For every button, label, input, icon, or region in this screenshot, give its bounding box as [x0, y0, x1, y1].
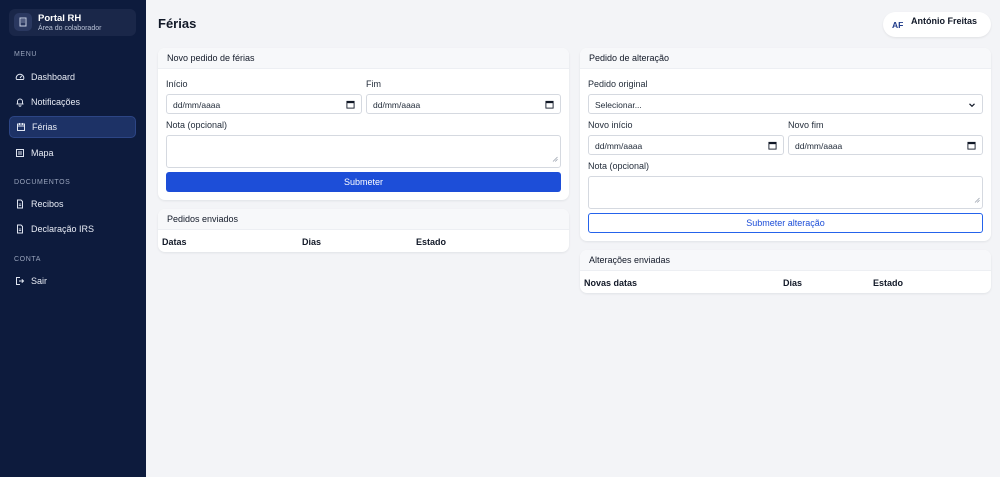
sidebar-item-mapa[interactable]: Mapa: [9, 142, 136, 164]
section-label-menu: MENU: [14, 51, 38, 58]
sidebar-item-label: Férias: [32, 122, 58, 132]
sidebar-item-label: Declaração IRS: [31, 224, 95, 234]
chevron-down-icon: [968, 101, 976, 112]
column-header-dias: Dias: [302, 237, 322, 247]
calendar-icon[interactable]: [967, 141, 976, 153]
sidebar-item-label: Mapa: [31, 148, 54, 158]
brand-title: Portal RH: [38, 13, 82, 24]
sidebar-item-dashboard[interactable]: Dashboard: [9, 66, 136, 88]
column-header-dias: Dias: [783, 278, 803, 288]
gauge-icon: [9, 72, 31, 82]
calendar-icon[interactable]: [346, 100, 355, 112]
sidebar-item-label: Recibos: [31, 199, 64, 209]
sidebar-item-label: Sair: [31, 276, 48, 286]
end-date-placeholder: dd/mm/aaaa: [373, 100, 421, 110]
start-date-label: Início: [166, 79, 188, 89]
change-note-textarea[interactable]: [588, 176, 983, 209]
document-icon: [9, 199, 31, 209]
original-request-value: Selecionar...: [595, 100, 642, 110]
start-date-input[interactable]: dd/mm/aaaa: [166, 94, 362, 114]
section-label-conta: CONTA: [14, 256, 41, 263]
end-date-label: Fim: [366, 79, 381, 89]
end-date-input[interactable]: dd/mm/aaaa: [366, 94, 561, 114]
sidebar-item-declaracao-irs[interactable]: Declaração IRS: [9, 218, 136, 240]
new-start-placeholder: dd/mm/aaaa: [595, 141, 643, 151]
calendar-icon: [10, 122, 32, 132]
sent-changes-card: Alterações enviadas Novas datas Dias Est…: [580, 250, 991, 293]
avatar: AF: [892, 20, 904, 30]
brand-subtitle: Área do colaborador: [38, 25, 102, 32]
new-start-input[interactable]: dd/mm/aaaa: [588, 135, 784, 155]
sidebar-item-label: Notificações: [31, 97, 81, 107]
note-label: Nota (opcional): [166, 120, 228, 130]
card-title: Pedido de alteração: [580, 48, 991, 69]
new-request-card: Novo pedido de férias Início dd/mm/aaaa …: [158, 48, 569, 200]
bell-icon: [9, 97, 31, 107]
section-label-documentos: DOCUMENTOS: [14, 179, 71, 186]
card-title: Alterações enviadas: [580, 250, 991, 271]
new-start-label: Novo início: [588, 120, 633, 130]
column-header-estado: Estado: [416, 237, 447, 247]
map-icon: [9, 148, 31, 158]
column-header-estado: Estado: [873, 278, 904, 288]
logout-icon: [9, 276, 31, 286]
new-end-input[interactable]: dd/mm/aaaa: [788, 135, 983, 155]
change-request-card: Pedido de alteração Pedido original Sele…: [580, 48, 991, 241]
submit-change-button[interactable]: Submeter alteração: [588, 213, 983, 233]
change-note-label: Nota (opcional): [588, 161, 650, 171]
resize-handle-icon[interactable]: [974, 195, 980, 206]
new-end-placeholder: dd/mm/aaaa: [795, 141, 843, 151]
start-date-placeholder: dd/mm/aaaa: [173, 100, 221, 110]
sidebar: Portal RH Área do colaborador MENU Dashb…: [0, 0, 146, 477]
column-header-datas: Datas: [162, 237, 187, 247]
calendar-icon[interactable]: [545, 100, 554, 112]
original-request-label: Pedido original: [588, 79, 648, 89]
document-icon: [9, 224, 31, 234]
sidebar-item-recibos[interactable]: Recibos: [9, 193, 136, 215]
column-header-novas-datas: Novas datas: [584, 278, 638, 288]
sidebar-item-notificacoes[interactable]: Notificações: [9, 91, 136, 113]
submit-button[interactable]: Submeter: [166, 172, 561, 192]
sidebar-item-label: Dashboard: [31, 72, 76, 82]
sidebar-item-ferias[interactable]: Férias: [9, 116, 136, 138]
note-textarea[interactable]: [166, 135, 561, 168]
new-end-label: Novo fim: [788, 120, 824, 130]
resize-handle-icon[interactable]: [552, 154, 558, 165]
card-title: Pedidos enviados: [158, 209, 569, 230]
brand-card[interactable]: Portal RH Área do colaborador: [9, 9, 136, 36]
original-request-select[interactable]: Selecionar...: [588, 94, 983, 114]
sidebar-item-sair[interactable]: Sair: [9, 270, 136, 292]
page-title: Férias: [158, 16, 197, 31]
user-menu[interactable]: AF António Freitas: [883, 12, 991, 37]
sent-requests-card: Pedidos enviados Datas Dias Estado: [158, 209, 569, 252]
building-icon: [14, 13, 32, 31]
calendar-icon[interactable]: [768, 141, 777, 153]
user-name: António Freitas: [911, 16, 978, 26]
card-title: Novo pedido de férias: [158, 48, 569, 69]
